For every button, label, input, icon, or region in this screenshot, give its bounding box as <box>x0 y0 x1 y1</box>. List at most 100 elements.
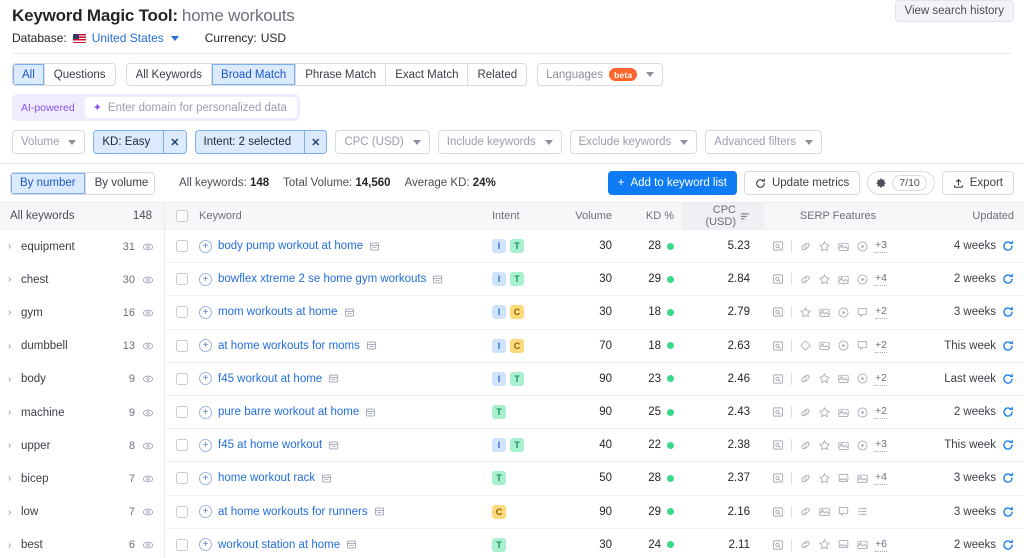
link-icon[interactable] <box>799 372 812 385</box>
serp-preview-icon[interactable] <box>772 539 784 551</box>
image-icon[interactable] <box>837 240 850 253</box>
image-icon[interactable] <box>818 306 831 319</box>
eye-icon[interactable] <box>142 274 154 286</box>
row-checkbox[interactable] <box>176 273 188 286</box>
column-header-kd[interactable]: KD % <box>626 210 682 222</box>
refresh-icon[interactable] <box>1002 439 1014 451</box>
tab-all[interactable]: All <box>13 64 45 85</box>
row-checkbox[interactable] <box>176 406 188 419</box>
star-icon[interactable] <box>818 372 831 385</box>
close-icon[interactable]: ✕ <box>304 131 326 153</box>
refresh-icon[interactable] <box>1002 340 1014 352</box>
video-icon[interactable] <box>856 273 869 286</box>
row-checkbox[interactable] <box>176 372 188 385</box>
tab-all-keywords[interactable]: All Keywords <box>127 64 213 85</box>
serp-snapshot-icon[interactable] <box>346 539 357 550</box>
keyword-link[interactable]: at home workouts for runners <box>218 506 368 518</box>
image-icon[interactable] <box>837 372 850 385</box>
keyword-link[interactable]: f45 at home workout <box>218 439 322 451</box>
image-icon[interactable] <box>856 538 869 551</box>
add-keyword-icon[interactable]: + <box>199 405 212 419</box>
add-to-keyword-list-button[interactable]: + Add to keyword list <box>607 171 737 195</box>
domain-input[interactable]: ✦ Enter domain for personalized data <box>84 97 297 118</box>
add-keyword-icon[interactable]: + <box>199 471 212 485</box>
filter-advanced[interactable]: Advanced filters <box>705 130 823 154</box>
table-row[interactable]: + at home workouts for runners C 90 29 2.16 3 … <box>165 496 1024 529</box>
tab-broad-match[interactable]: Broad Match <box>212 64 297 85</box>
row-checkbox[interactable] <box>176 538 188 551</box>
quota-button[interactable]: 7/10 <box>867 171 935 195</box>
keyword-link[interactable]: home workout rack <box>218 472 315 484</box>
serp-more-count[interactable]: +3 <box>875 438 887 453</box>
serp-more-count[interactable]: +2 <box>875 305 887 320</box>
refresh-icon[interactable] <box>1002 273 1014 285</box>
row-checkbox[interactable] <box>176 339 188 352</box>
column-header-intent[interactable]: Intent <box>492 210 554 222</box>
filter-include-keywords[interactable]: Include keywords <box>437 130 562 154</box>
picture-icon[interactable] <box>837 472 850 485</box>
serp-snapshot-icon[interactable] <box>366 340 377 351</box>
add-keyword-icon[interactable]: + <box>199 438 212 452</box>
link-icon[interactable] <box>799 406 812 419</box>
sidebar-item[interactable]: › dumbbell 13 <box>0 330 164 363</box>
serp-snapshot-icon[interactable] <box>365 407 376 418</box>
image-icon[interactable] <box>837 439 850 452</box>
filter-intent[interactable]: Intent: 2 selected ✕ <box>194 130 328 154</box>
refresh-icon[interactable] <box>1002 373 1014 385</box>
add-keyword-icon[interactable]: + <box>199 239 212 253</box>
serp-preview-icon[interactable] <box>772 506 784 518</box>
star-icon[interactable] <box>818 240 831 253</box>
sidebar-item[interactable]: › body 9 <box>0 363 164 396</box>
eye-icon[interactable] <box>142 241 154 253</box>
keyword-link[interactable]: bowflex xtreme 2 se home gym workouts <box>218 273 426 285</box>
update-metrics-button[interactable]: Update metrics <box>743 171 861 195</box>
sidebar-header[interactable]: All keywords 148 <box>0 203 164 230</box>
eye-icon[interactable] <box>142 340 154 352</box>
list-icon[interactable] <box>856 505 869 518</box>
table-row[interactable]: + f45 at home workout I T 40 22 2.38 +3 This wee… <box>165 429 1024 463</box>
tab-related[interactable]: Related <box>468 64 526 85</box>
star-icon[interactable] <box>818 538 831 551</box>
star-icon[interactable] <box>818 273 831 286</box>
image-icon[interactable] <box>837 406 850 419</box>
eye-icon[interactable] <box>142 440 154 452</box>
add-keyword-icon[interactable]: + <box>199 538 212 552</box>
eye-icon[interactable] <box>142 373 154 385</box>
sidebar-item[interactable]: › equipment 31 <box>0 230 164 263</box>
keyword-link[interactable]: pure barre workout at home <box>218 406 359 418</box>
table-row[interactable]: + f45 workout at home I T 90 23 2.46 +2 Last wee… <box>165 363 1024 396</box>
serp-snapshot-icon[interactable] <box>328 373 339 384</box>
video-icon[interactable] <box>837 306 850 319</box>
eye-icon[interactable] <box>142 539 154 551</box>
video-icon[interactable] <box>837 339 850 352</box>
link-icon[interactable] <box>799 505 812 518</box>
serp-preview-icon[interactable] <box>772 406 784 418</box>
select-all-checkbox[interactable] <box>176 210 188 222</box>
serp-more-count[interactable]: +2 <box>875 339 887 353</box>
column-header-volume[interactable]: Volume <box>554 210 626 222</box>
serp-more-count[interactable]: +4 <box>875 471 887 486</box>
refresh-icon[interactable] <box>1002 506 1014 518</box>
link-icon[interactable] <box>799 240 812 253</box>
sidebar-item[interactable]: › low 7 <box>0 496 164 529</box>
sidebar-item[interactable]: › best 6 <box>0 529 164 558</box>
link-icon[interactable] <box>799 273 812 286</box>
video-icon[interactable] <box>856 240 869 253</box>
column-header-serp[interactable]: SERP Features <box>764 210 904 222</box>
eye-icon[interactable] <box>142 407 154 419</box>
table-row[interactable]: + body pump workout at home I T 30 28 5.23 +3 4 … <box>165 230 1024 264</box>
serp-preview-icon[interactable] <box>772 439 784 451</box>
video-icon[interactable] <box>856 406 869 419</box>
star-icon[interactable] <box>799 306 812 319</box>
row-checkbox[interactable] <box>176 505 188 518</box>
table-row[interactable]: + home workout rack T 50 28 2.37 +4 3 weeks <box>165 462 1024 496</box>
serp-more-count[interactable]: +3 <box>875 239 887 254</box>
star-icon[interactable] <box>818 472 831 485</box>
refresh-icon[interactable] <box>1002 539 1014 551</box>
serp-snapshot-icon[interactable] <box>328 440 339 451</box>
serp-snapshot-icon[interactable] <box>369 241 380 252</box>
filter-kd[interactable]: KD: Easy ✕ <box>93 130 187 154</box>
close-icon[interactable]: ✕ <box>163 131 185 153</box>
sidebar-item[interactable]: › chest 30 <box>0 263 164 296</box>
star-icon[interactable] <box>818 406 831 419</box>
